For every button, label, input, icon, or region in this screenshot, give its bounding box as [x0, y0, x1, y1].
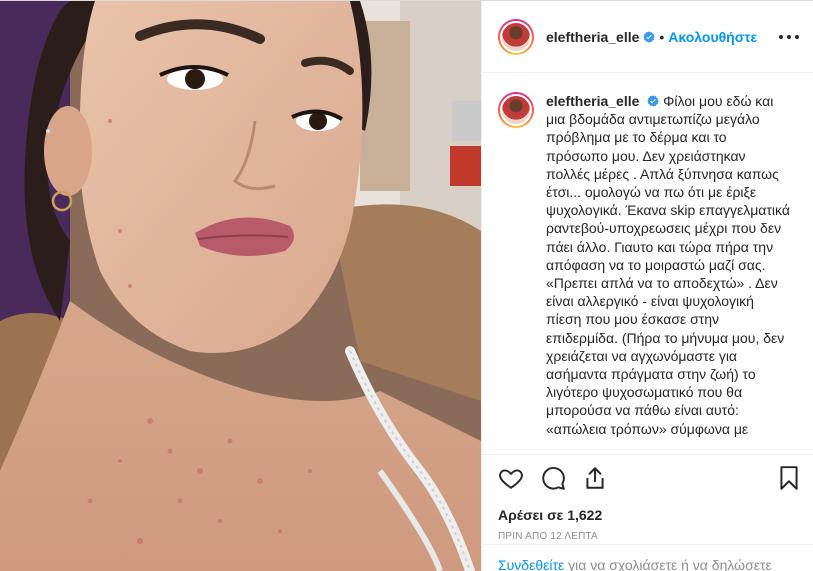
action-bar [482, 455, 813, 501]
avatar[interactable] [498, 18, 534, 55]
verified-badge-icon [643, 30, 656, 43]
actions-section: Αρέσει σε 1,622 ΠΡΙΝ ΑΠΟ 12 ΛΕΠΤΑ [482, 454, 813, 542]
caption-avatar-image [500, 94, 532, 126]
caption-section: eleftheria_elle Φίλοι μου εδώ και μια βδ… [482, 74, 813, 454]
selfie-image [0, 1, 481, 571]
post-photo[interactable] [0, 1, 481, 571]
post-sidebar: eleftheria_elle • Ακολουθήστε eleftheria… [481, 1, 813, 571]
post-header: eleftheria_elle • Ακολουθήστε [482, 1, 813, 73]
share-icon[interactable] [582, 465, 608, 491]
bookmark-icon[interactable] [776, 465, 802, 491]
login-prompt: Συνδεθείτε για να σχολιάσετε ή να δηλώσε… [482, 544, 813, 571]
avatar-image [500, 20, 532, 53]
follow-button[interactable]: Ακολουθήστε [668, 29, 757, 45]
caption-avatar[interactable] [498, 92, 534, 128]
likes-count[interactable]: Αρέσει σε 1,622 [482, 505, 813, 525]
separator-dot: • [659, 28, 665, 45]
login-link[interactable]: Συνδεθείτε [498, 557, 564, 571]
post-timestamp[interactable]: ΠΡΙΝ ΑΠΟ 12 ΛΕΠΤΑ [482, 531, 813, 542]
caption-verified-badge-icon [647, 95, 659, 107]
caption-body: Φίλοι μου εδώ και μια βδομάδα αντιμετωπί… [546, 93, 790, 437]
header-username[interactable]: eleftheria_elle [546, 29, 639, 45]
login-prompt-text: για να σχολιάσετε ή να δηλώσετε [564, 557, 772, 571]
caption-username[interactable]: eleftheria_elle [546, 93, 639, 109]
heart-icon[interactable] [498, 465, 524, 491]
caption-text: eleftheria_elle Φίλοι μου εδώ και μια βδ… [546, 92, 790, 454]
instagram-post: eleftheria_elle • Ακολουθήστε eleftheria… [0, 0, 813, 571]
comment-icon[interactable] [540, 465, 566, 491]
more-options-icon[interactable] [779, 27, 799, 47]
